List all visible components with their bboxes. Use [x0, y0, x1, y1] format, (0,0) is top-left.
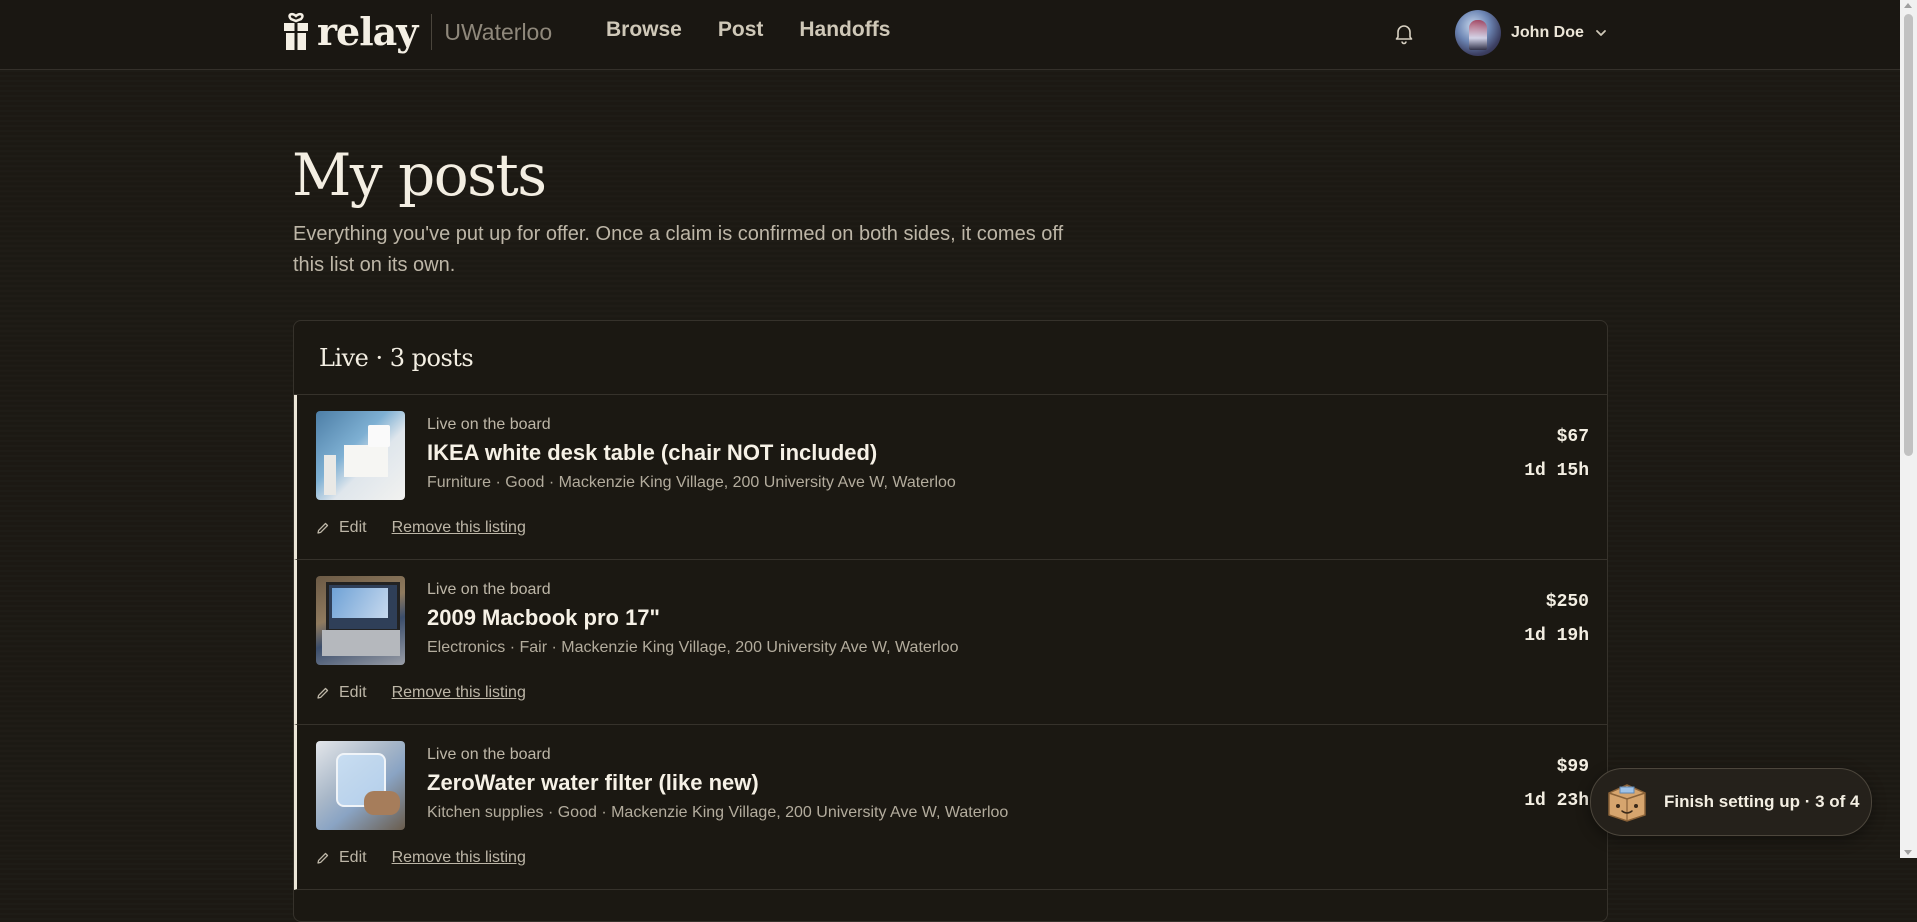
post-status: Live on the board [427, 416, 551, 433]
avatar [1455, 10, 1501, 56]
finish-setup-label: Finish setting up · 3 of 4 [1664, 792, 1860, 811]
nav-post[interactable]: Post [718, 18, 764, 42]
scroll-up-arrow-icon[interactable] [1904, 3, 1912, 8]
desk-shape [344, 445, 388, 477]
shelf-shape [368, 425, 390, 447]
post-thumbnail[interactable] [316, 411, 405, 500]
post-item: Live on the board IKEA white desk table … [294, 395, 1607, 560]
post-thumbnail[interactable] [316, 741, 405, 830]
chevron-down-icon [1595, 30, 1606, 36]
chair-shape [324, 455, 336, 495]
gift-logo-icon [284, 12, 308, 50]
hand-shape [364, 791, 400, 815]
post-title[interactable]: ZeroWater water filter (like new) [427, 770, 759, 796]
scrollbar-thumb[interactable] [1904, 14, 1913, 456]
brand-name: relay [317, 9, 418, 54]
pencil-icon [317, 522, 329, 534]
post-status: Live on the board [427, 581, 551, 598]
brand-divider [431, 14, 433, 50]
remove-listing-link[interactable]: Remove this listing [392, 684, 526, 702]
post-time-left: 1d 19h [1524, 626, 1589, 646]
post-price: $99 [1556, 757, 1589, 777]
post-title[interactable]: 2009 Macbook pro 17" [427, 605, 660, 631]
brand-school: UWaterloo [444, 19, 553, 45]
remove-listing-link[interactable]: Remove this listing [392, 849, 526, 867]
post-meta: Furniture · Good · Mackenzie King Villag… [427, 474, 956, 491]
page-description: Everything you've put up for offer. Once… [293, 223, 1064, 276]
edit-label: Edit [339, 519, 367, 536]
pencil-icon [317, 852, 329, 864]
post-title[interactable]: IKEA white desk table (chair NOT include… [427, 440, 877, 466]
edit-button[interactable]: Edit [316, 519, 367, 537]
page-scrollbar[interactable] [1900, 0, 1917, 858]
post-time-left: 1d 23h [1524, 791, 1589, 811]
edit-label: Edit [339, 849, 367, 866]
finish-setup-button[interactable]: Finish setting up · 3 of 4 [1590, 768, 1872, 836]
post-meta: Kitchen supplies · Good · Mackenzie King… [427, 804, 1009, 821]
remove-listing-link[interactable]: Remove this listing [392, 519, 526, 537]
laptop-display-shape [332, 588, 388, 618]
post-price: $67 [1556, 427, 1589, 447]
edit-button[interactable]: Edit [316, 684, 367, 702]
post-actions: Edit Remove this listing [316, 849, 526, 867]
edit-button[interactable]: Edit [316, 849, 367, 867]
main-nav: Browse Post Handoffs [606, 18, 890, 42]
post-status: Live on the board [427, 746, 551, 763]
scroll-down-arrow-icon[interactable] [1904, 850, 1912, 855]
post-actions: Edit Remove this listing [316, 684, 526, 702]
live-posts-panel: Live · 3 posts Live on the board IKEA wh… [293, 320, 1608, 922]
post-meta: Electronics · Fair · Mackenzie King Vill… [427, 639, 959, 656]
nav-handoffs[interactable]: Handoffs [799, 18, 890, 42]
box-mascot-icon [1608, 784, 1646, 822]
post-thumbnail[interactable] [316, 576, 405, 665]
nav-browse[interactable]: Browse [606, 18, 682, 42]
post-item: Live on the board 2009 Macbook pro 17" E… [294, 560, 1607, 725]
laptop-base-shape [322, 630, 400, 656]
user-name: John Doe [1511, 24, 1584, 41]
page-title: My posts [292, 141, 547, 209]
panel-header: Live · 3 posts [294, 321, 1607, 395]
user-menu[interactable]: John Doe [1455, 10, 1608, 56]
top-bar: relay UWaterloo Browse Post Handoffs Joh… [0, 0, 1900, 70]
brand[interactable]: relay UWaterloo [281, 10, 552, 54]
post-actions: Edit Remove this listing [316, 519, 526, 537]
panel-title: Live · 3 posts [319, 343, 474, 372]
post-item: Live on the board ZeroWater water filter… [294, 725, 1607, 890]
post-time-left: 1d 15h [1524, 461, 1589, 481]
bell-icon[interactable] [1392, 21, 1416, 45]
edit-label: Edit [339, 684, 367, 701]
post-price: $250 [1545, 592, 1589, 612]
pencil-icon [317, 687, 329, 699]
